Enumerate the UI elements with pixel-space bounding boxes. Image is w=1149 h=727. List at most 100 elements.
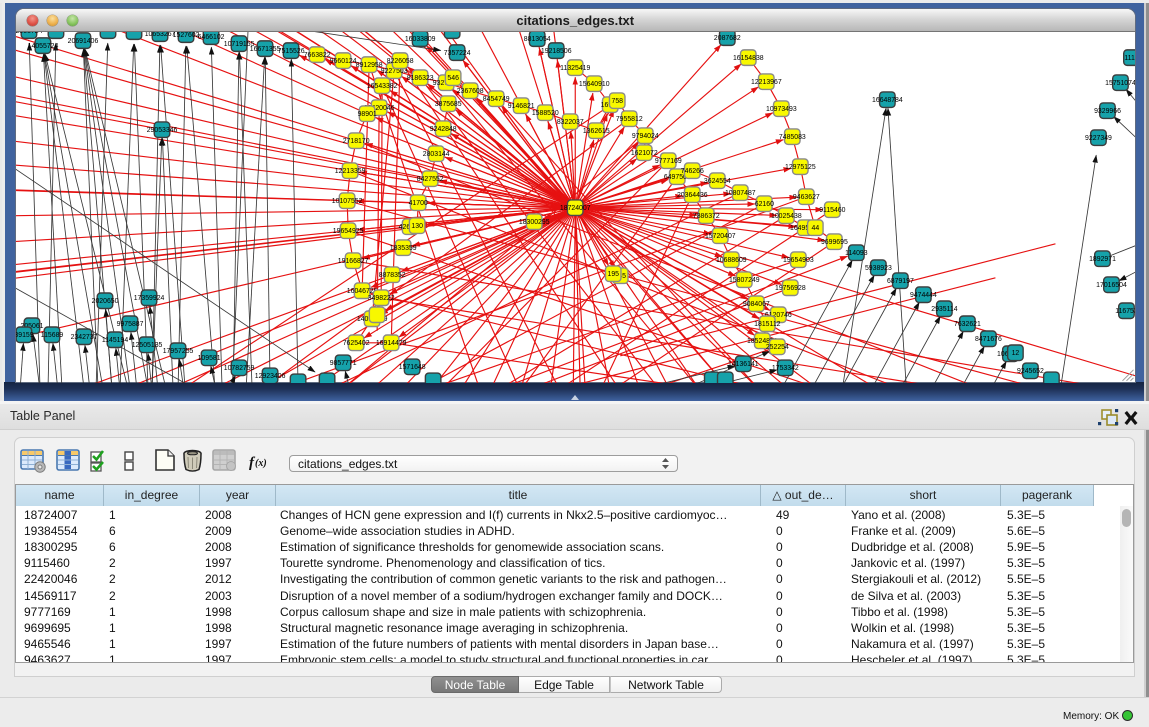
svg-text:8186323: 8186323 xyxy=(407,74,434,81)
svg-text:1815112: 1815112 xyxy=(754,321,780,328)
svg-text:195: 195 xyxy=(608,271,620,278)
svg-text:9660124: 9660124 xyxy=(330,57,357,64)
svg-text:12: 12 xyxy=(1012,350,1020,357)
svg-text:19654925: 19654925 xyxy=(333,228,364,235)
svg-text:9699695: 9699695 xyxy=(821,239,848,246)
svg-text:20364436: 20364436 xyxy=(677,192,708,199)
svg-text:9227349: 9227349 xyxy=(1085,135,1112,142)
svg-text:7515526: 7515526 xyxy=(278,47,305,54)
svg-text:8427552: 8427552 xyxy=(417,176,444,183)
svg-text:8322037: 8322037 xyxy=(557,119,584,126)
svg-text:16033809: 16033809 xyxy=(405,35,436,42)
svg-text:8878352: 8878352 xyxy=(379,272,406,279)
svg-text:109581: 109581 xyxy=(198,355,221,362)
svg-text:17016504: 17016504 xyxy=(1096,282,1127,289)
svg-text:9115460: 9115460 xyxy=(819,207,845,214)
svg-text:18724007: 18724007 xyxy=(560,205,591,212)
svg-text:9794024: 9794024 xyxy=(632,133,659,140)
svg-text:9463627: 9463627 xyxy=(793,194,820,201)
svg-text:19756928: 19756928 xyxy=(775,285,806,292)
svg-text:15720407: 15720407 xyxy=(705,233,736,240)
svg-text:17957255: 17957255 xyxy=(163,348,194,355)
svg-text:15640910: 15640910 xyxy=(579,80,610,87)
svg-text:6879197: 6879197 xyxy=(887,278,914,285)
svg-text:5938923: 5938923 xyxy=(865,265,892,272)
svg-text:12923406: 12923406 xyxy=(255,373,286,380)
svg-text:7886372: 7886372 xyxy=(693,213,720,220)
svg-text:39159: 39159 xyxy=(16,332,34,339)
svg-text:17359924: 17359924 xyxy=(134,295,165,302)
svg-text:12213359: 12213359 xyxy=(335,168,366,175)
svg-text:18300295: 18300295 xyxy=(519,219,550,226)
svg-text:1892971: 1892971 xyxy=(1089,256,1116,263)
svg-text:16671355: 16671355 xyxy=(250,45,281,52)
svg-text:41700: 41700 xyxy=(409,200,428,207)
svg-text:116753: 116753 xyxy=(1115,308,1135,315)
svg-text:1112: 1112 xyxy=(1124,54,1135,61)
svg-text:19218506: 19218506 xyxy=(541,47,572,54)
svg-text:6466102: 6466102 xyxy=(198,33,225,40)
svg-text:1571648: 1571648 xyxy=(399,364,426,371)
svg-text:9245652: 9245652 xyxy=(1017,368,1044,375)
svg-text:3498222: 3498222 xyxy=(368,295,395,302)
svg-text:2718170: 2718170 xyxy=(343,138,370,145)
svg-text:10782759: 10782759 xyxy=(224,365,255,372)
svg-text:98901: 98901 xyxy=(358,111,377,118)
svg-text:3875685: 3875685 xyxy=(435,101,462,108)
svg-text:3624554: 3624554 xyxy=(704,178,731,185)
svg-text:9975887: 9975887 xyxy=(117,321,144,328)
svg-text:16648784: 16648784 xyxy=(872,97,903,104)
svg-text:19166827: 19166827 xyxy=(338,258,369,265)
svg-text:10653267: 10653267 xyxy=(145,32,176,38)
svg-text:2020650: 2020650 xyxy=(92,298,119,305)
svg-text:9329966: 9329966 xyxy=(1094,108,1121,115)
svg-text:10688609: 10688609 xyxy=(716,257,747,264)
svg-text:10807487: 10807487 xyxy=(725,190,756,197)
svg-text:7357224: 7357224 xyxy=(444,49,471,56)
svg-text:1588520: 1588520 xyxy=(532,110,559,117)
svg-text:15807249: 15807249 xyxy=(729,277,760,284)
svg-text:12975125: 12975125 xyxy=(785,164,816,171)
svg-text:8471676: 8471676 xyxy=(975,336,1002,343)
svg-text:2087682: 2087682 xyxy=(714,34,741,41)
svg-text:14136141: 14136141 xyxy=(728,361,759,368)
svg-text:7632621: 7632621 xyxy=(954,321,981,328)
svg-text:758: 758 xyxy=(612,98,624,105)
svg-text:1527602: 1527602 xyxy=(173,32,200,39)
svg-text:16914479: 16914479 xyxy=(376,340,407,347)
svg-text:1621072: 1621072 xyxy=(631,150,658,157)
svg-text:2367608: 2367608 xyxy=(457,87,484,94)
svg-text:19654903: 19654903 xyxy=(783,257,814,264)
svg-text:9084067: 9084067 xyxy=(743,301,770,308)
svg-text:2803144: 2803144 xyxy=(423,151,450,158)
svg-text:9242848: 9242848 xyxy=(430,126,457,133)
svg-text:252254: 252254 xyxy=(766,344,789,351)
svg-text:7955812: 7955812 xyxy=(616,116,643,123)
svg-text:10025438: 10025438 xyxy=(771,213,802,220)
svg-text:10107552: 10107552 xyxy=(332,198,363,205)
svg-text:2055724: 2055724 xyxy=(16,32,43,35)
svg-text:62160: 62160 xyxy=(755,201,774,208)
svg-text:130: 130 xyxy=(411,223,423,230)
svg-text:7625402: 7625402 xyxy=(343,340,370,347)
svg-text:746266: 746266 xyxy=(681,168,704,175)
svg-text:9857771: 9857771 xyxy=(330,360,357,367)
svg-text:1835359: 1835359 xyxy=(390,245,417,252)
svg-text:115689: 115689 xyxy=(41,332,64,339)
svg-text:44: 44 xyxy=(812,225,820,232)
svg-text:15751074: 15751074 xyxy=(1105,79,1135,86)
svg-text:8226058: 8226058 xyxy=(387,57,414,64)
svg-text:7663822: 7663822 xyxy=(304,51,331,58)
svg-text:1362615: 1362615 xyxy=(583,128,610,135)
svg-text:1753342: 1753342 xyxy=(772,365,799,372)
svg-text:12505135: 12505135 xyxy=(132,342,163,349)
svg-text:2935114: 2935114 xyxy=(931,306,957,313)
svg-text:8454749: 8454749 xyxy=(483,96,510,103)
svg-text:10973493: 10973493 xyxy=(766,106,797,113)
svg-text:20691406: 20691406 xyxy=(68,37,99,44)
svg-text:2342737: 2342737 xyxy=(71,334,98,341)
svg-text:8912958: 8912958 xyxy=(356,61,383,68)
svg-text:16154838: 16154838 xyxy=(733,54,764,61)
svg-text:14055724: 14055724 xyxy=(28,42,59,49)
svg-text:1145194: 1145194 xyxy=(102,337,128,344)
